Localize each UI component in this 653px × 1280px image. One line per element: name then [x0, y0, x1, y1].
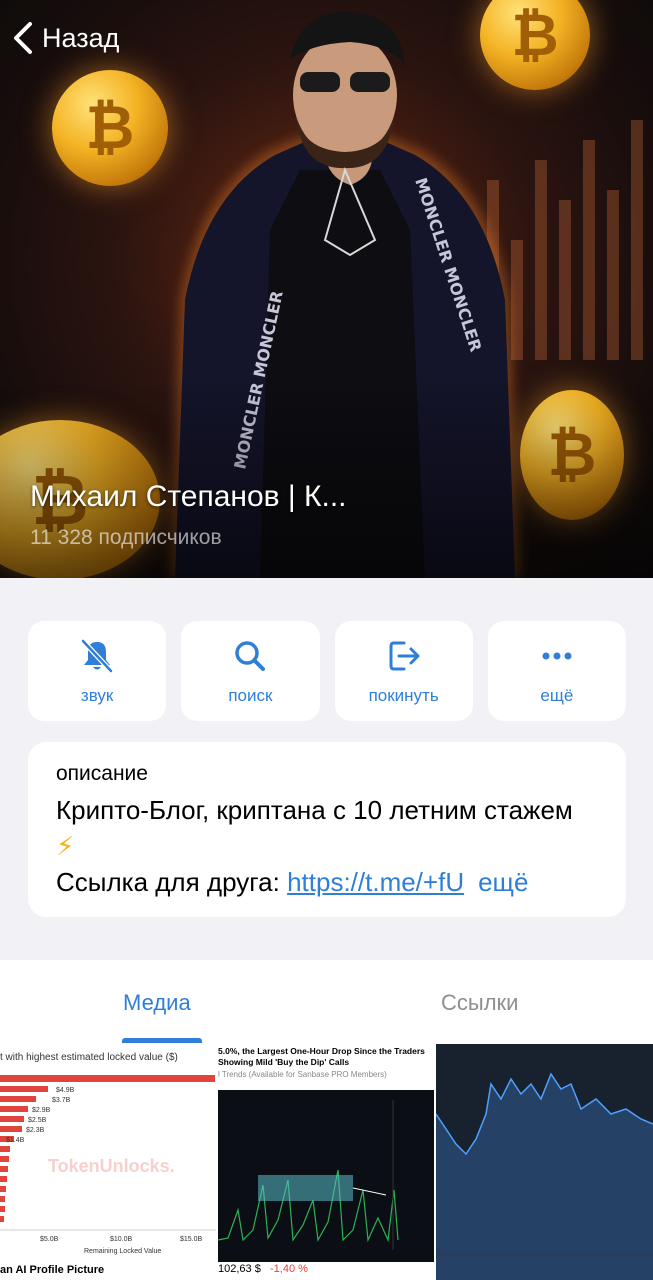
thumbnail-change: -1,40 % — [270, 1263, 308, 1275]
thumbnail-subtitle: l Trends (Available for Sanbase PRO Memb… — [218, 1070, 387, 1079]
tab-media[interactable]: Медиа — [123, 990, 191, 1016]
channel-title: Михаил Степанов | К... — [30, 480, 347, 513]
back-button[interactable]: Назад — [10, 18, 119, 58]
x-tick: $10.0B — [110, 1236, 133, 1243]
leave-icon — [389, 641, 420, 671]
show-more-link[interactable]: ещё — [478, 864, 528, 900]
subscriber-count: 11 328 подписчиков — [30, 526, 222, 549]
active-tab-indicator — [122, 1038, 202, 1043]
channel-header-image: ₿ ₿ ₿ ₿ MONCLER MONCLER MONCLER MONCLER — [0, 0, 653, 578]
x-axis-label: Remaining Locked Value — [84, 1248, 162, 1255]
mute-button[interactable]: звук — [28, 621, 167, 721]
channel-profile-screen: ₿ ₿ ₿ ₿ MONCLER MONCLER MONCLER MONCLER — [0, 0, 653, 1280]
description-body: Крипто-Блог, криптана с 10 летним стажем — [56, 795, 573, 825]
mute-label: звук — [80, 686, 114, 705]
media-thumbnail[interactable]: 5.0%, the Largest One-Hour Drop Since th… — [218, 1044, 434, 1280]
leave-button[interactable]: покинуть — [334, 621, 473, 721]
bar-label: $2.5B — [28, 1117, 47, 1124]
lightning-emoji: ⚡ — [56, 831, 75, 861]
media-grid: t with highest estimated locked value ($… — [0, 1044, 653, 1280]
more-dots-icon — [542, 652, 572, 660]
x-tick: $15.0B — [180, 1236, 203, 1243]
line-chart-thumbnail — [436, 1044, 653, 1280]
bar-label: $3.7B — [52, 1097, 71, 1104]
search-label: поиск — [228, 686, 273, 705]
profile-tabs: Медиа Ссылки — [0, 960, 653, 1044]
link-prefix: Ссылка для друга: — [56, 867, 288, 897]
invite-link-row: Ссылка для друга: https://t.me/+fU ещё — [56, 864, 598, 900]
watermark: TokenUnlocks. — [48, 1156, 175, 1176]
thumbnail-caption: an AI Profile Picture — [0, 1264, 105, 1276]
back-label: Назад — [42, 22, 120, 53]
tab-links[interactable]: Ссылки — [441, 990, 518, 1016]
description-card: описание Крипто-Блог, криптана с 10 летн… — [28, 742, 626, 917]
thumbnail-price: 102,63 $ — [218, 1263, 261, 1275]
chevron-left-icon — [14, 22, 32, 54]
bar-label: $2.3B — [26, 1127, 45, 1134]
search-icon — [235, 641, 266, 671]
bar-label: $4.9B — [56, 1087, 75, 1094]
media-thumbnail[interactable]: t with highest estimated locked value ($… — [0, 1044, 216, 1280]
bell-slash-icon — [81, 639, 113, 673]
description-text: Крипто-Блог, криптана с 10 летним стажем… — [56, 792, 598, 864]
media-thumbnail[interactable] — [436, 1044, 653, 1280]
more-button[interactable]: ещё — [487, 621, 626, 721]
invite-link[interactable]: https://t.me/+fU — [287, 864, 464, 900]
leave-label: покинуть — [368, 686, 439, 705]
thumbnail-title: 5.0%, the Largest One-Hour Drop Since th… — [218, 1046, 425, 1067]
more-label: ещё — [540, 686, 574, 705]
bar-label: $2.9B — [32, 1107, 51, 1114]
bar-label: $1.4B — [6, 1137, 25, 1144]
x-tick: $5.0B — [40, 1236, 59, 1243]
price-chart-thumbnail — [218, 1090, 434, 1260]
thumbnail-title: t with highest estimated locked value ($… — [0, 1052, 178, 1063]
action-buttons: звук поиск покинуть ещё — [28, 621, 626, 721]
description-label: описание — [56, 762, 148, 785]
search-button[interactable]: поиск — [181, 621, 320, 721]
